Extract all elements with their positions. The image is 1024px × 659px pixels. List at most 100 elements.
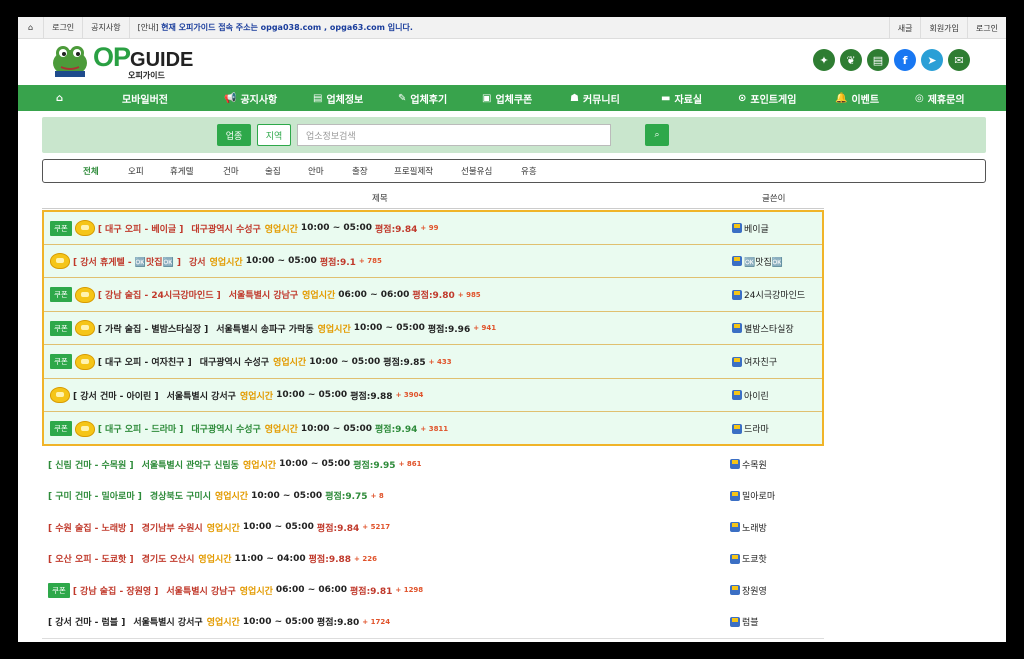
list-item-title[interactable]: [ 신림 건마 - 수목원 ] 서울특별시 관악구 신림동 영업시간 10:00 ~ … xyxy=(48,458,421,471)
nav-notice[interactable]: 📢 공지사항 xyxy=(224,85,277,111)
list-item[interactable]: [ 구미 건마 - 밀아로마 ] 경상북도 구미시 영업시간 10:00 ~ 05:0… xyxy=(42,479,824,513)
search-button[interactable]: ⌕ xyxy=(645,124,669,146)
list-item[interactable]: 쿠폰[ 강남 술집 - 장원영 ] 서울특별시 강남구 영업시간 06:00 ~ 06… xyxy=(42,574,824,607)
rating-score: 평점:9.88 xyxy=(308,555,352,565)
author-name: 노래방 xyxy=(742,523,767,534)
author-name: 드라마 xyxy=(744,425,769,436)
list-item[interactable]: [ 강서 건마 - 럼블 ] 서울특별시 강서구 영업시간 10:00 ~ 05:00… xyxy=(42,605,824,639)
list-item-title[interactable]: 쿠폰[ 강남 술집 - 장원영 ] 서울특별시 강남구 영업시간 06:00 ~ 06… xyxy=(48,582,423,598)
nav-point-game[interactable]: ⊙ 포인트게임 xyxy=(738,85,796,111)
author[interactable]: 노래방 xyxy=(730,521,767,534)
list-item[interactable]: [ 강서 건마 - 아이린 ] 서울특별시 강서구 영업시간 10:00 ~ 05:0… xyxy=(44,379,822,412)
tab-profile[interactable]: 프로필제작 xyxy=(394,165,433,177)
member-level-icon xyxy=(730,459,740,469)
comment-count: + 99 xyxy=(420,224,439,232)
login-link-right[interactable]: 로그인 xyxy=(966,17,1006,39)
tab-region[interactable]: 지역 xyxy=(257,124,291,146)
featured-list: 쿠폰[ 대구 오피 - 베이글 ] 대구광역시 수성구 영업시간 10:00 ~ 05… xyxy=(42,210,824,446)
list-item[interactable]: [ 오산 오피 - 도쿄핫 ] 경기도 오산시 영업시간 11:00 ~ 04:00 평… xyxy=(42,542,824,576)
author[interactable]: 🆗맛집🆗 xyxy=(732,255,783,268)
browser-frame: ⌂ 로그인 공지사항 [안내] 현재 오피가이드 접속 주소는 opga038.… xyxy=(18,17,1006,642)
comment-count: + 3904 xyxy=(395,391,424,399)
author[interactable]: 아이린 xyxy=(732,389,769,402)
list-item[interactable]: [ 강서 휴게텔 - 🆗맛집🆗 ] 강서 영업시간 10:00 ~ 05:00 평점:9… xyxy=(44,245,822,279)
nav-home[interactable]: ⌂ xyxy=(56,85,63,111)
tab-hyugetel[interactable]: 휴게텔 xyxy=(170,165,193,177)
author[interactable]: 여자친구 xyxy=(732,355,777,368)
author-name: 럼블 xyxy=(742,618,759,628)
list-item-title[interactable]: [ 강서 휴게텔 - 🆗맛집🆗 ] 강서 영업시간 10:00 ~ 05:00 평점:9… xyxy=(50,253,382,270)
author[interactable]: 드라마 xyxy=(732,422,769,435)
tab-entertainment[interactable]: 유흥 xyxy=(521,165,537,177)
hours-label: 영업시간 xyxy=(317,324,351,335)
nav-business-label: 업체정보 xyxy=(326,94,364,106)
list-item-title[interactable]: 쿠폰 [ 강남 술집 - 24시극강마인드 ] 서울특별시 강남구 영업시간 06:00… xyxy=(50,286,481,303)
list-item[interactable]: [ 신림 건마 - 수목원 ] 서울특별시 관악구 신림동 영업시간 10:00 ~ … xyxy=(42,448,824,481)
document-icon[interactable]: ▤ xyxy=(867,49,889,71)
nav-reviews[interactable]: ✎ 업체후기 xyxy=(398,85,447,111)
party-icon[interactable]: ✦ xyxy=(813,49,835,71)
business-tag: [ 강서 건마 - 럼블 ] xyxy=(48,618,126,628)
mail-icon[interactable]: ✉ xyxy=(948,49,970,71)
tab-gunma[interactable]: 건마 xyxy=(223,165,239,177)
author[interactable]: 도쿄핫 xyxy=(730,552,767,565)
tab-suljip[interactable]: 술집 xyxy=(265,165,281,177)
nav-business-info[interactable]: ▤ 업체정보 xyxy=(313,85,363,111)
author[interactable]: 베이글 xyxy=(732,222,769,235)
nav-mobile[interactable]: 모바일버전 xyxy=(122,85,168,111)
list-item[interactable]: 쿠폰 [ 대구 오피 - 여자친구 ] 대구광역시 수성구 영업시간 10:00 ~ 0… xyxy=(44,346,822,379)
nav-coupons[interactable]: ▣ 업체쿠폰 xyxy=(482,85,532,111)
tab-chuljang[interactable]: 출장 xyxy=(352,165,368,177)
comment-count: + 8 xyxy=(370,491,384,500)
tab-prepaid-usim[interactable]: 선불유심 xyxy=(461,165,492,177)
list-item-title[interactable]: [ 강서 건마 - 럼블 ] 서울특별시 강서구 영업시간 10:00 ~ 05:00… xyxy=(48,615,390,629)
site-logo[interactable]: OP GUIDE 오피가이드 xyxy=(51,43,193,80)
list-item-title[interactable]: [ 구미 건마 - 밀아로마 ] 경상북도 구미시 영업시간 10:00 ~ 05:0… xyxy=(48,489,384,503)
nav-community[interactable]: ☗ 커뮤니티 xyxy=(570,85,620,111)
author-name: 24시극강마인드 xyxy=(744,291,806,302)
users-icon: ☗ xyxy=(570,92,579,104)
author[interactable]: 수목원 xyxy=(730,458,767,471)
author[interactable]: 밀아로마 xyxy=(730,489,775,502)
author-name: 아이린 xyxy=(744,391,769,402)
tab-anma[interactable]: 안마 xyxy=(308,165,324,177)
author[interactable]: 별밤스타실장 xyxy=(732,322,794,335)
bird-icon[interactable]: ❦ xyxy=(840,49,862,71)
tab-op[interactable]: 오피 xyxy=(128,165,144,177)
list-item-title[interactable]: [ 오산 오피 - 도쿄핫 ] 경기도 오산시 영업시간 11:00 ~ 04:00 평… xyxy=(48,552,377,566)
notice-link[interactable]: 공지사항 xyxy=(83,17,130,39)
member-level-icon xyxy=(730,553,740,564)
list-item-title[interactable]: 쿠폰 [ 대구 오피 - 드라마 ] 대구광역시 수성구 영업시간 10:00 ~ 05… xyxy=(50,420,448,437)
list-item-title[interactable]: 쿠폰 [ 대구 오피 - 베이글 ] 대구광역시 수성구 영업시간 10:00 ~ 05… xyxy=(50,220,438,236)
list-item[interactable]: 쿠폰 [ 대구 오피 - 드라마 ] 대구광역시 수성구 영업시간 10:00 ~ 05… xyxy=(44,412,822,445)
list-item-title[interactable]: 쿠폰 [ 대구 오피 - 여자친구 ] 대구광역시 수성구 영업시간 10:00 ~ 0… xyxy=(50,353,452,370)
home-icon[interactable]: ⌂ xyxy=(18,17,45,39)
facebook-icon[interactable]: f xyxy=(894,49,916,71)
list-item[interactable]: 쿠폰 [ 가락 술집 - 별밤스타실장 ] 서울특별시 송파구 가락동 영업시간 10:… xyxy=(44,312,822,346)
nav-event[interactable]: 🔔 이벤트 xyxy=(835,85,879,111)
telegram-icon[interactable]: ➤ xyxy=(921,49,943,71)
list-item-title[interactable]: [ 강서 건마 - 아이린 ] 서울특별시 강서구 영업시간 10:00 ~ 05:0… xyxy=(50,387,423,403)
business-address: 강서 xyxy=(189,257,206,268)
nav-partnership[interactable]: ◎ 제휴문의 xyxy=(915,85,965,111)
new-posts-link[interactable]: 새글 xyxy=(888,17,921,39)
join-link[interactable]: 회원가입 xyxy=(920,17,966,39)
tab-business-type[interactable]: 업종 xyxy=(217,124,251,146)
business-hours: 10:00 ~ 05:00 xyxy=(353,323,425,334)
login-link[interactable]: 로그인 xyxy=(44,17,84,39)
list-item-title[interactable]: 쿠폰 [ 가락 술집 - 별밤스타실장 ] 서울특별시 송파구 가락동 영업시간 10:… xyxy=(50,320,496,337)
author[interactable]: 장원영 xyxy=(730,584,767,597)
list-item[interactable]: 쿠폰 [ 대구 오피 - 베이글 ] 대구광역시 수성구 영업시간 10:00 ~ 05… xyxy=(44,212,822,245)
comment-count: + 985 xyxy=(457,290,481,299)
author-name: 여자친구 xyxy=(744,358,778,369)
author[interactable]: 럼블 xyxy=(730,615,759,628)
list-item-title[interactable]: [ 수원 술집 - 노래방 ] 경기남부 수원시 영업시간 10:00 ~ 05:00… xyxy=(48,521,390,534)
search-input[interactable]: 업소정보검색 xyxy=(297,124,611,146)
author-name: 🆗맛집🆗 xyxy=(744,257,783,268)
author[interactable]: 24시극강마인드 xyxy=(732,288,805,301)
nav-archive[interactable]: ▬ 자료실 xyxy=(661,85,702,111)
business-tag: [ 대구 오피 - 여자친구 ] xyxy=(97,358,192,369)
tab-all[interactable]: 전체 xyxy=(83,165,99,177)
list-item[interactable]: [ 수원 술집 - 노래방 ] 경기남부 수원시 영업시간 10:00 ~ 05:00… xyxy=(42,511,824,544)
list-item[interactable]: 쿠폰 [ 강남 술집 - 24시극강마인드 ] 서울특별시 강남구 영업시간 06:00… xyxy=(44,279,822,312)
